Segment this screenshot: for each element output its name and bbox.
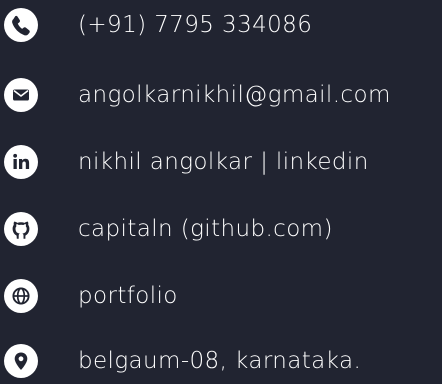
contact-linkedin[interactable]: nikhil angolkar | linkedin xyxy=(0,141,442,185)
phone-number: (+91) 7795 334086 xyxy=(78,12,313,38)
contact-portfolio[interactable]: portfolio xyxy=(0,275,442,319)
linkedin-profile: nikhil angolkar | linkedin xyxy=(78,149,369,175)
contact-email[interactable]: angolkarnikhil@gmail.com xyxy=(0,74,442,118)
location-text: belgaum-08, karnataka. xyxy=(78,348,362,374)
linkedin-icon xyxy=(4,145,38,179)
envelope-icon xyxy=(4,78,38,112)
contact-list: (+91) 7795 334086 angolkarnikhil@gmail.c… xyxy=(0,0,442,380)
map-pin-icon xyxy=(4,344,38,378)
github-icon xyxy=(4,212,38,246)
contact-github[interactable]: capitaln (github.com) xyxy=(0,208,442,252)
email-address: angolkarnikhil@gmail.com xyxy=(78,82,391,108)
phone-icon xyxy=(4,8,38,42)
globe-icon xyxy=(4,279,38,313)
contact-phone[interactable]: (+91) 7795 334086 xyxy=(0,4,442,48)
portfolio-link: portfolio xyxy=(78,283,178,309)
github-profile: capitaln (github.com) xyxy=(78,216,333,242)
contact-location[interactable]: belgaum-08, karnataka. xyxy=(0,340,442,384)
